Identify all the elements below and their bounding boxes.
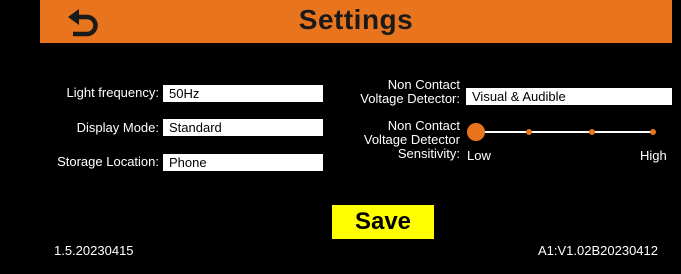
page-title: Settings xyxy=(298,4,414,35)
sensitivity-min-label: Low xyxy=(467,148,491,163)
light-frequency-field[interactable]: 50Hz xyxy=(163,85,323,102)
storage-location-label: Storage Location: xyxy=(57,154,159,169)
sensitivity-step-dot[interactable] xyxy=(589,129,595,135)
ncv-sensitivity-label-line2: Voltage Detector xyxy=(363,132,460,147)
display-mode-label: Display Mode: xyxy=(76,120,159,135)
app-version: 1.5.20230415 xyxy=(54,243,134,258)
sensitivity-slider-knob[interactable] xyxy=(467,123,485,141)
ncv-sensitivity-label-line3: Sensitivity: xyxy=(397,146,460,161)
ncv-detector-field[interactable]: Visual & Audible xyxy=(466,88,672,105)
ncv-sensitivity-label: Non Contact Voltage Detector Sensitivity… xyxy=(330,119,460,161)
sensitivity-step-dot[interactable] xyxy=(650,129,656,135)
ncv-sensitivity-label-line1: Non Contact xyxy=(387,118,460,133)
sensitivity-max-label: High xyxy=(640,148,667,163)
firmware-version: A1:V1.02B20230412 xyxy=(538,243,658,258)
display-mode-field[interactable]: Standard xyxy=(163,119,323,136)
sensitivity-slider-track[interactable] xyxy=(476,131,654,133)
ncv-detector-label: Non Contact Voltage Detector: xyxy=(330,78,460,106)
sensitivity-step-dot[interactable] xyxy=(526,129,532,135)
light-frequency-label: Light frequency: xyxy=(66,85,159,100)
ncv-detector-label-line1: Non Contact xyxy=(387,77,460,92)
header-bar: Settings xyxy=(40,0,672,43)
storage-location-field[interactable]: Phone xyxy=(163,154,323,171)
ncv-detector-label-line2: Voltage Detector: xyxy=(360,91,460,106)
save-button[interactable]: Save xyxy=(332,205,434,239)
